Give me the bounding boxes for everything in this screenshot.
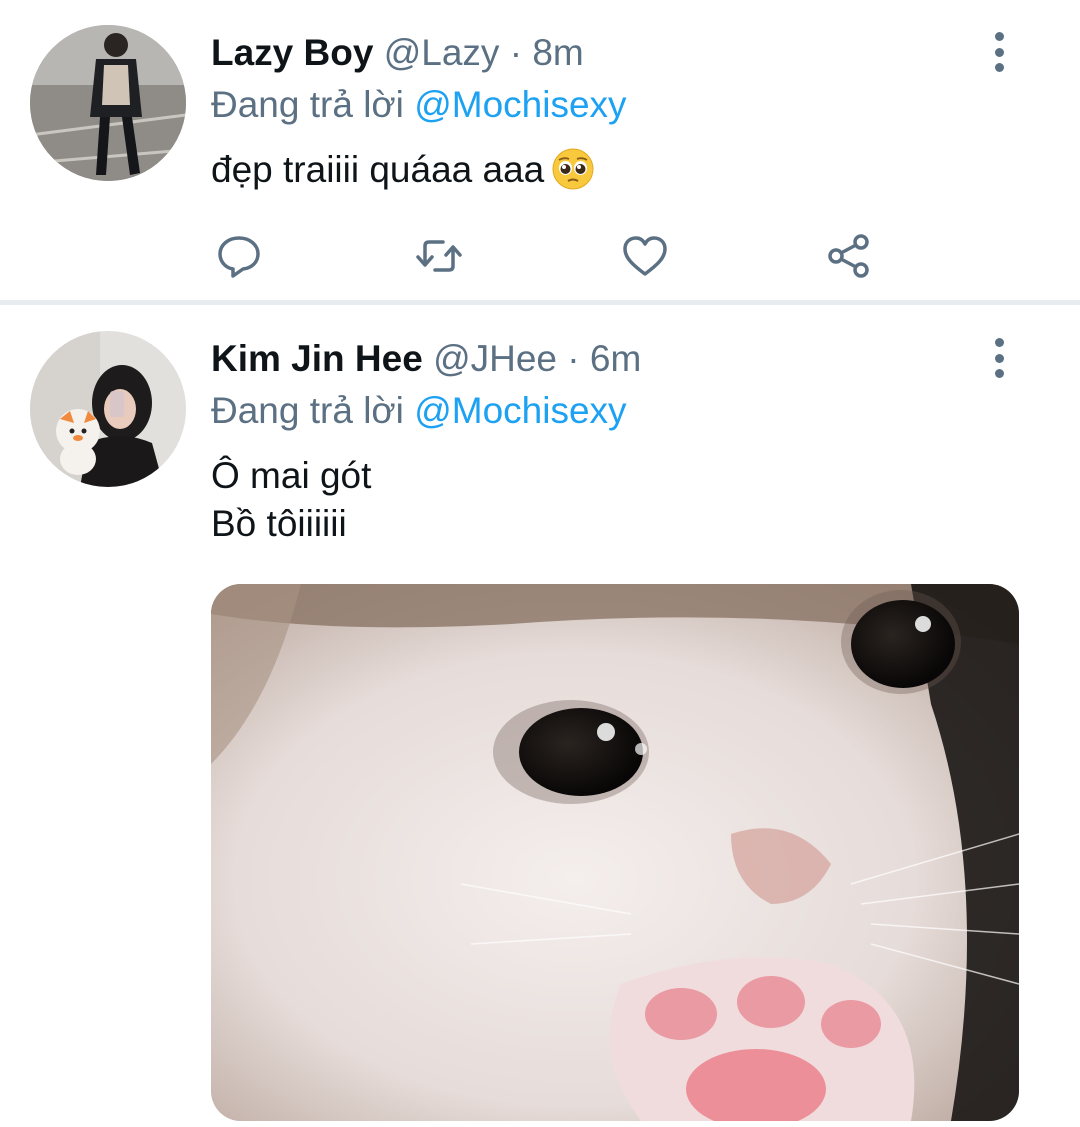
tweet-header: Kim Jin Hee @JHee · 6m [211, 336, 641, 382]
mention-link[interactable]: @Mochisexy [414, 84, 626, 125]
avatar[interactable] [30, 25, 186, 181]
tweet-media-image[interactable] [211, 584, 1019, 1121]
tweet-text: Ô mai gót Bồ tôiiiiii [211, 452, 371, 548]
pleading-face-emoji [552, 148, 594, 190]
separator-dot: · [509, 32, 523, 73]
tweet-header: Lazy Boy @Lazy · 8m [211, 30, 584, 76]
tweet[interactable]: Kim Jin Hee @JHee · 6m Đang trả lời @Moc… [0, 306, 1080, 1127]
display-name[interactable]: Kim Jin Hee [211, 338, 423, 379]
replying-to-label: Đang trả lời [211, 390, 404, 431]
tweet-text: đẹp traiiii quáaa aaa [211, 146, 594, 194]
display-name[interactable]: Lazy Boy [211, 32, 373, 73]
tweet[interactable]: Lazy Boy @Lazy · 8m Đang trả lời @Mochis… [0, 0, 1080, 305]
username[interactable]: @JHee [433, 338, 557, 379]
username[interactable]: @Lazy [384, 32, 500, 73]
mention-link[interactable]: @Mochisexy [414, 390, 626, 431]
tweet-actions [211, 230, 891, 282]
reply-icon[interactable] [213, 230, 265, 282]
more-options-icon[interactable] [982, 30, 1016, 74]
replying-to: Đang trả lời @Mochisexy [211, 82, 627, 128]
timestamp[interactable]: 6m [590, 338, 641, 379]
timestamp[interactable]: 8m [532, 32, 583, 73]
replying-to-label: Đang trả lời [211, 84, 404, 125]
avatar[interactable] [30, 331, 186, 487]
tweet-text-line: Bồ tôiiiiii [211, 503, 347, 544]
timeline-feed: Lazy Boy @Lazy · 8m Đang trả lời @Mochis… [0, 0, 1080, 1127]
like-icon[interactable] [619, 230, 671, 282]
share-icon[interactable] [823, 230, 875, 282]
separator-dot: · [567, 338, 580, 379]
tweet-text-line: Ô mai gót [211, 455, 372, 496]
more-options-icon[interactable] [982, 336, 1016, 380]
retweet-icon[interactable] [413, 230, 465, 282]
tweet-divider [0, 300, 1080, 305]
replying-to: Đang trả lời @Mochisexy [211, 388, 627, 434]
tweet-text-line: đẹp traiiii quáaa aaa [211, 146, 594, 194]
